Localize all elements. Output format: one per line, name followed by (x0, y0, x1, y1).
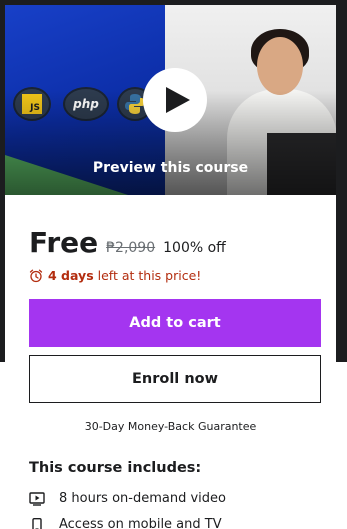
includes-title: This course includes: (29, 460, 202, 476)
play-button[interactable] (143, 68, 207, 132)
timer-days: 4 days (48, 268, 94, 283)
original-price: ₱2,090 (106, 240, 156, 256)
include-item-mobile: Access on mobile and TV (29, 517, 222, 529)
preview-course-label[interactable]: Preview this course (5, 160, 336, 176)
include-item-video: 8 hours on-demand video (29, 491, 226, 506)
discount-percent: 100% off (163, 240, 226, 256)
current-price: Free (29, 226, 99, 259)
money-back-guarantee: 30-Day Money-Back Guarantee (84, 420, 257, 433)
include-item-label: 8 hours on-demand video (59, 491, 226, 506)
price-timer: 4 days left at this price! (29, 268, 201, 283)
mobile-icon (32, 517, 42, 529)
include-item-label: Access on mobile and TV (59, 517, 222, 529)
video-icon (29, 491, 45, 506)
alarm-clock-icon (29, 269, 43, 282)
add-to-cart-button[interactable]: Add to cart (29, 299, 321, 347)
timer-text: left at this price! (93, 268, 202, 283)
enroll-now-button[interactable]: Enroll now (29, 355, 321, 403)
course-purchase-card: JS php Preview this course Free ₱2,090 1… (5, 5, 336, 529)
price-row: Free ₱2,090 100% off (29, 226, 226, 259)
play-icon (165, 87, 190, 113)
course-preview[interactable]: JS php Preview this course (5, 5, 336, 195)
